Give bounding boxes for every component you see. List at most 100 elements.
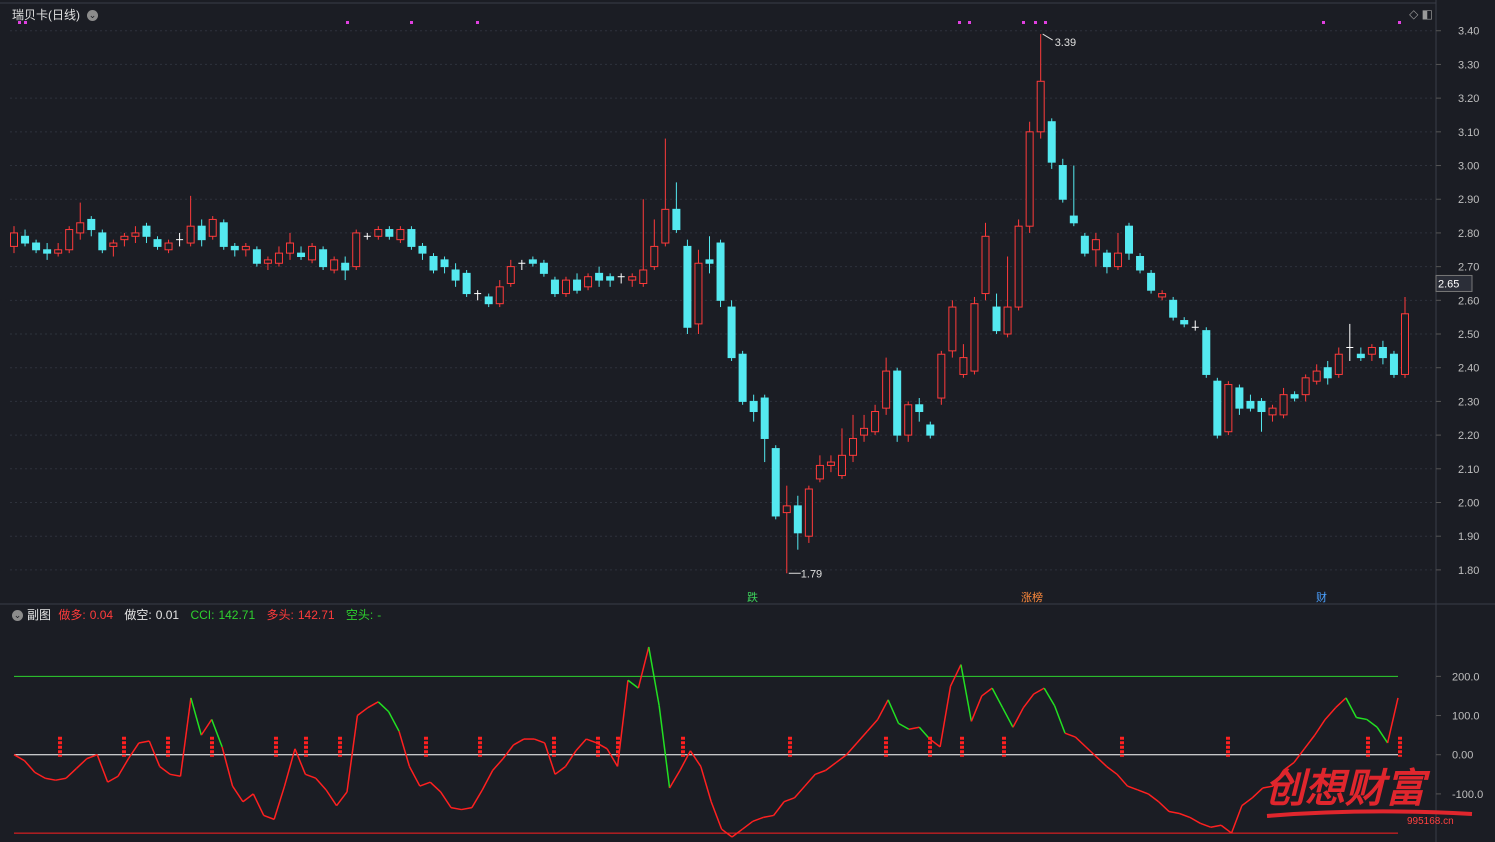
signal-dot [1022,21,1025,24]
window-icon[interactable]: ◧ [1422,7,1433,21]
svg-text:创想财富: 创想财富 [1265,765,1431,812]
candle-body [981,235,990,295]
price-tick-label: 2.90 [1458,194,1479,206]
candle-body [970,303,979,372]
candle-body [1290,394,1299,399]
signal-dot [1034,21,1037,24]
top-right-icons: ◇ ◧ [1409,7,1433,21]
candle-body [1125,225,1134,254]
candle-body [87,218,96,231]
chevron-down-icon[interactable]: ⌄ [87,10,98,22]
candle-body [153,239,162,247]
candle-body [727,306,736,359]
candle-body [32,242,41,251]
candle-body [760,397,769,439]
signal-dot [410,21,413,24]
candle-body [319,249,328,268]
candle-body [1047,121,1056,163]
candle-body [230,245,239,251]
candle-body [550,279,559,295]
event-tag: 跌 [747,590,758,604]
candle-body [1158,293,1167,298]
candle-body [793,505,802,534]
candle-body [197,225,206,241]
low-price-label: 1.79 [801,568,822,580]
candle-body [815,464,824,480]
candle-body [948,306,957,352]
candle-body [860,427,869,436]
indicator-cci: CCI: 142.71 [190,608,256,622]
candle-body [705,259,714,264]
diamond-icon[interactable]: ◇ [1409,7,1418,21]
candle-body [1036,80,1045,133]
candle-body [1003,306,1012,335]
candle-body [120,235,129,241]
candle-body [837,454,846,477]
candle-body [771,448,780,517]
candle-body [208,218,217,237]
candle-body [606,276,615,281]
cci-tick-label: 100.0 [1452,711,1480,723]
signal-dot [1322,21,1325,24]
indicator-duotou: 多头: 142.71 [266,608,335,622]
candle-body [1102,252,1111,268]
chevron-down-icon[interactable]: ⌄ [12,610,23,622]
candle-body [495,286,504,305]
price-tick-label: 1.80 [1458,565,1479,577]
candle-body [639,269,648,284]
candle-body [241,245,250,251]
candle-body [341,262,350,271]
candle-body [1268,407,1277,416]
indicator-zuoduo: 做多: 0.04 [58,608,114,622]
price-tick-label: 2.20 [1458,430,1479,442]
candle-body [274,252,283,264]
candle-body [98,232,107,251]
candle-body [418,245,427,254]
candle-body [43,249,52,254]
candle-body [131,232,140,237]
event-tag: 涨榜 [1021,590,1043,604]
candle-body [429,256,438,271]
candle-body [782,505,791,514]
candle-body [21,235,30,244]
candle-body [252,249,261,264]
candle-body [219,222,228,247]
candle-body [937,353,946,399]
price-tick-label: 1.90 [1458,531,1479,543]
candle-body [959,357,968,375]
candle-body [650,245,659,268]
price-tick-label: 3.20 [1458,93,1479,105]
stock-chart[interactable]: 3.40 3.30 3.20 3.10 3.00 2.90 2.80 2.70 2.60 2.50… [0,0,1495,842]
candle-body [1136,256,1145,271]
event-tag: 财 [1316,590,1327,604]
price-tick-label: 2.40 [1458,363,1479,375]
signal-dot [346,21,349,24]
candle-body [396,229,405,241]
sub-chart-label[interactable]: 副图 [27,608,51,622]
stock-title[interactable]: 瑞贝卡(日线) [12,8,80,22]
signal-dot [1044,21,1047,24]
candle-body [573,279,582,291]
candle-body [65,229,74,251]
candle-body [1323,367,1332,379]
candle-body [297,252,306,258]
candle-body [462,272,471,295]
candle-body [352,232,361,268]
indicator-zuokong: 做空: 0.01 [124,608,180,622]
candle-body [882,370,891,409]
candle-body [1091,239,1100,251]
candle-body [1356,353,1365,359]
candle-body [385,229,394,237]
candle-body [915,404,924,413]
candle-body [584,276,593,288]
indicator-kongtou: 空头: - [345,608,382,622]
candle-body [142,225,151,237]
candle-body [1213,380,1222,436]
candle-body [738,353,747,402]
signal-dot [958,21,961,24]
svg-text:995168.cn: 995168.cn [1407,816,1454,827]
price-tick-label: 3.40 [1458,26,1479,38]
price-tick-label: 2.80 [1458,228,1479,240]
candle-body [826,461,835,466]
price-tick-label: 2.10 [1458,464,1479,476]
